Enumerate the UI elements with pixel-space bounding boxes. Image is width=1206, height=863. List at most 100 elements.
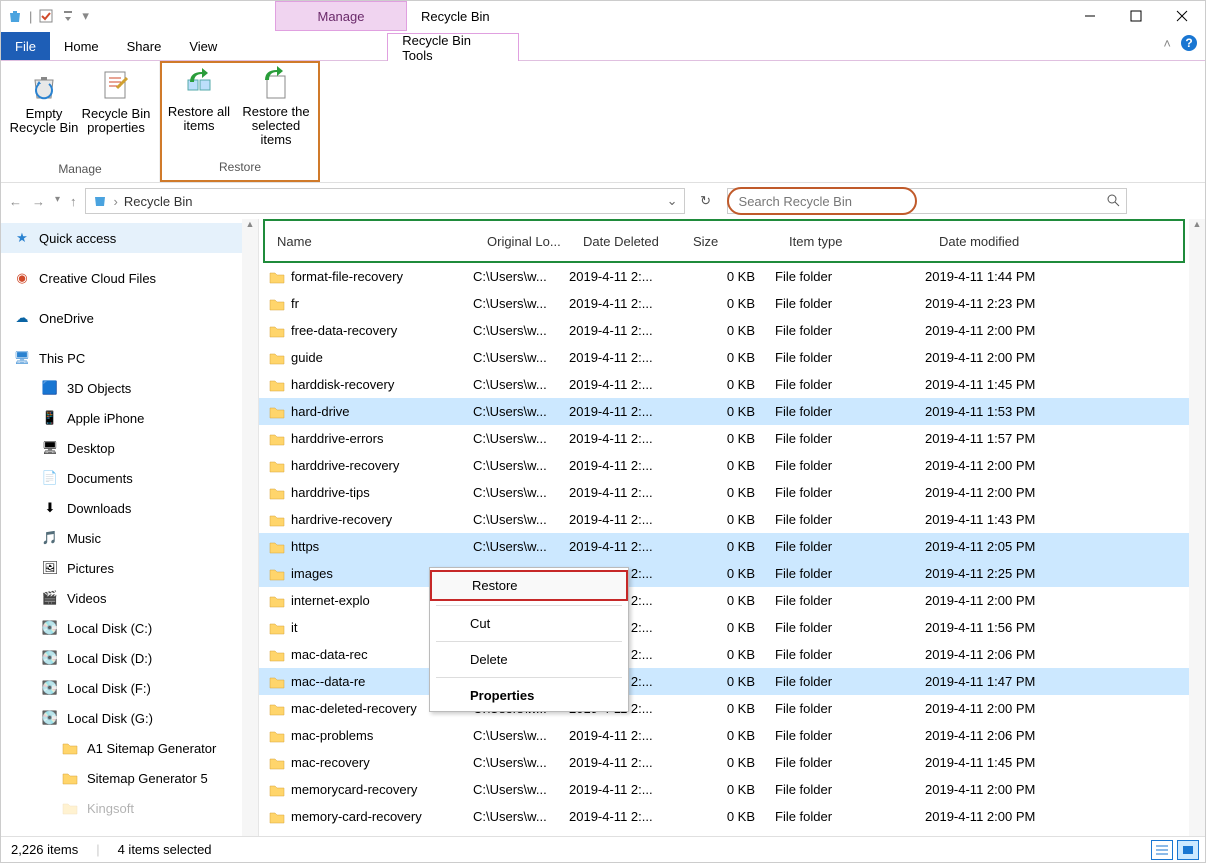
- col-header-date-deleted[interactable]: Date Deleted: [575, 221, 685, 261]
- sidebar-item[interactable]: 💽Local Disk (G:): [1, 703, 258, 733]
- sidebar-item[interactable]: 🎬 Videos: [1, 583, 258, 613]
- context-tab-manage[interactable]: Manage: [275, 1, 407, 31]
- sidebar-item-icon: 🎬: [41, 589, 59, 607]
- tab-recycle-bin-tools[interactable]: Recycle Bin Tools: [387, 33, 519, 61]
- sidebar-item[interactable]: 🎵Music: [1, 523, 258, 553]
- col-header-item-type[interactable]: Item type: [781, 221, 931, 261]
- folder-icon: [267, 351, 287, 365]
- qat-dropdown-icon[interactable]: [60, 8, 76, 24]
- table-row[interactable]: httpsC:\Users\w...2019-4-11 2:...0 KBFil…: [259, 533, 1189, 560]
- table-row[interactable]: harddrive-errorsC:\Users\w...2019-4-11 2…: [259, 425, 1189, 452]
- list-scrollbar[interactable]: ▲: [1189, 219, 1205, 836]
- table-row[interactable]: mac--data-re2019-4-11 2:...0 KBFile fold…: [259, 668, 1189, 695]
- table-row[interactable]: mac-problemsC:\Users\w...2019-4-11 2:...…: [259, 722, 1189, 749]
- context-menu-delete[interactable]: Delete: [430, 646, 628, 673]
- ribbon: Empty Recycle Bin Recycle Bin properties…: [1, 61, 1205, 183]
- nav-forward-button[interactable]: →: [32, 194, 45, 209]
- table-row[interactable]: harddisk-recoveryC:\Users\w...2019-4-11 …: [259, 371, 1189, 398]
- view-large-icons-button[interactable]: [1177, 840, 1199, 860]
- table-row[interactable]: hardrive-recoveryC:\Users\w...2019-4-11 …: [259, 506, 1189, 533]
- sidebar-item[interactable]: A1 Sitemap Generator: [1, 733, 258, 763]
- cell-date-modified: 2019-4-11 2:00 PM: [925, 485, 1189, 500]
- table-row[interactable]: memorycard-recoveryC:\Users\w...2019-4-1…: [259, 776, 1189, 803]
- context-menu-cut[interactable]: Cut: [430, 610, 628, 637]
- sidebar-item[interactable]: 📄Documents: [1, 463, 258, 493]
- close-button[interactable]: [1159, 1, 1205, 31]
- cell-item-type: File folder: [775, 350, 925, 365]
- view-details-button[interactable]: [1151, 840, 1173, 860]
- sidebar-creative-cloud[interactable]: ◉Creative Cloud Files: [1, 263, 258, 293]
- ribbon-group-restore-label: Restore: [219, 158, 261, 176]
- table-row[interactable]: mac-recoveryC:\Users\w...2019-4-11 2:...…: [259, 749, 1189, 776]
- breadcrumb-dropdown-icon[interactable]: ⌄: [667, 193, 678, 209]
- sidebar-quick-access[interactable]: ★Quick access: [1, 223, 258, 253]
- sidebar-item-icon: 💽: [41, 709, 59, 727]
- recycle-bin-icon: [7, 8, 23, 24]
- nav-back-button[interactable]: ←: [9, 194, 22, 209]
- sidebar-item[interactable]: 📱Apple iPhone: [1, 403, 258, 433]
- help-icon[interactable]: ?: [1181, 35, 1197, 51]
- cell-item-type: File folder: [775, 539, 925, 554]
- refresh-button[interactable]: ↻: [693, 188, 719, 214]
- sidebar-item[interactable]: 🖼Pictures: [1, 553, 258, 583]
- cell-name: harddrive-tips: [287, 485, 473, 500]
- sidebar-onedrive[interactable]: ☁OneDrive: [1, 303, 258, 333]
- qat-checkbox-icon[interactable]: [38, 8, 54, 24]
- file-list-area: Name Original Lo... Date Deleted Size It…: [259, 219, 1205, 836]
- search-input[interactable]: Search Recycle Bin: [727, 187, 917, 215]
- sidebar-item[interactable]: Kingsoft: [1, 793, 258, 823]
- maximize-button[interactable]: [1113, 1, 1159, 31]
- table-row[interactable]: harddrive-recoveryC:\Users\w...2019-4-11…: [259, 452, 1189, 479]
- col-header-name[interactable]: Name: [269, 221, 479, 261]
- sidebar-item[interactable]: 🖥Desktop: [1, 433, 258, 463]
- table-row[interactable]: guideC:\Users\w...2019-4-11 2:...0 KBFil…: [259, 344, 1189, 371]
- sidebar-this-pc[interactable]: 🖥This PC: [1, 343, 258, 373]
- recycle-bin-properties-button[interactable]: Recycle Bin properties: [81, 65, 151, 135]
- nav-up-button[interactable]: ↑: [70, 194, 77, 209]
- tab-home[interactable]: Home: [50, 32, 113, 60]
- table-row[interactable]: hard-driveC:\Users\w...2019-4-11 2:...0 …: [259, 398, 1189, 425]
- search-icon[interactable]: [1106, 193, 1120, 210]
- table-row[interactable]: imagesC:\Users\w...2019-4-11 2:...0 KBFi…: [259, 560, 1189, 587]
- tab-file[interactable]: File: [1, 32, 50, 60]
- sidebar-item[interactable]: ⬇Downloads: [1, 493, 258, 523]
- breadcrumb[interactable]: › Recycle Bin ⌄: [85, 188, 685, 214]
- sidebar-item[interactable]: Sitemap Generator 5: [1, 763, 258, 793]
- sidebar-item[interactable]: 💽Local Disk (D:): [1, 643, 258, 673]
- nav-recent-dropdown[interactable]: ▾: [55, 194, 60, 209]
- cell-item-type: File folder: [775, 269, 925, 284]
- col-header-date-modified[interactable]: Date modified: [931, 221, 1183, 261]
- cloud-icon: ☁: [13, 309, 31, 327]
- cc-icon: ◉: [13, 269, 31, 287]
- sidebar-item[interactable]: 💽Local Disk (F:): [1, 673, 258, 703]
- recycle-bin-small-icon: [92, 192, 108, 211]
- sidebar-item[interactable]: 🟦3D Objects: [1, 373, 258, 403]
- table-row[interactable]: internet-explo2019-4-11 2:...0 KBFile fo…: [259, 587, 1189, 614]
- table-row[interactable]: free-data-recoveryC:\Users\w...2019-4-11…: [259, 317, 1189, 344]
- table-row[interactable]: frC:\Users\w...2019-4-11 2:...0 KBFile f…: [259, 290, 1189, 317]
- sidebar-item-label: Videos: [67, 591, 107, 606]
- empty-recycle-bin-button[interactable]: Empty Recycle Bin: [9, 65, 79, 135]
- minimize-button[interactable]: [1067, 1, 1113, 31]
- table-row[interactable]: memory-card-recoveryC:\Users\w...2019-4-…: [259, 803, 1189, 830]
- table-row[interactable]: format-file-recoveryC:\Users\w...2019-4-…: [259, 263, 1189, 290]
- ribbon-collapse-icon[interactable]: ˄: [1163, 36, 1171, 51]
- sidebar-item[interactable]: 💽Local Disk (C:): [1, 613, 258, 643]
- context-menu-properties[interactable]: Properties: [430, 682, 628, 709]
- col-header-size[interactable]: Size: [685, 221, 781, 261]
- search-box[interactable]: Search Recycle Bin: [727, 188, 1127, 214]
- restore-selected-items-button[interactable]: Restore the selected items: [236, 63, 316, 147]
- restore-all-items-button[interactable]: Restore all items: [164, 63, 234, 133]
- table-row[interactable]: it2019-4-11 2:...0 KBFile folder2019-4-1…: [259, 614, 1189, 641]
- context-menu-restore[interactable]: Restore: [430, 570, 628, 601]
- sidebar-scrollbar[interactable]: ▲: [242, 219, 258, 836]
- tab-view[interactable]: View: [175, 32, 231, 60]
- tab-share[interactable]: Share: [113, 32, 176, 60]
- cell-date-deleted: 2019-4-11 2:...: [569, 458, 679, 473]
- table-row[interactable]: mac-data-rec2019-4-11 2:...0 KBFile fold…: [259, 641, 1189, 668]
- col-header-original-location[interactable]: Original Lo...: [479, 221, 575, 261]
- table-row[interactable]: mac-deleted-recoveryC:\Users\w...2019-4-…: [259, 695, 1189, 722]
- cell-size: 0 KB: [679, 728, 775, 743]
- cell-date-deleted: 2019-4-11 2:...: [569, 755, 679, 770]
- table-row[interactable]: harddrive-tipsC:\Users\w...2019-4-11 2:.…: [259, 479, 1189, 506]
